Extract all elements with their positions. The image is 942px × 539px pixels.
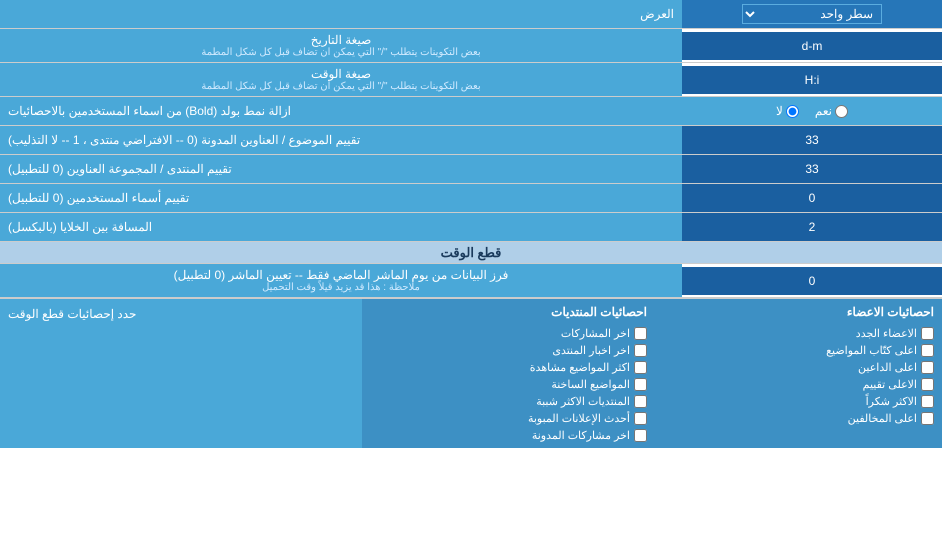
checkbox-item-top-warned: اعلى المخالفين — [657, 412, 934, 425]
display-row: العرض سطر واحد سطرين ثلاثة أسطر — [0, 0, 942, 29]
date-format-input[interactable]: d-m — [688, 39, 936, 53]
bold-remove-yes-label[interactable]: نعم — [815, 104, 848, 118]
checkbox-posts[interactable] — [634, 327, 647, 340]
cutoff-days-row: فرز البيانات من يوم الماشر الماضي فقط --… — [0, 264, 942, 298]
checkbox-item-posts: اخر المشاركات — [370, 327, 647, 340]
checkbox-item-most-viewed: اكثر المواضيع مشاهدة — [370, 361, 647, 374]
checkbox-item-classifieds: أحدث الإعلانات المبوبة — [370, 412, 647, 425]
time-format-row: صيغة الوقت بعض التكوينات يتطلب "/" التي … — [0, 63, 942, 97]
cutoff-section-header: قطع الوقت — [0, 242, 942, 264]
spacing-input[interactable]: 2 — [688, 220, 936, 234]
checkbox-news[interactable] — [634, 344, 647, 357]
checkbox-new-members[interactable] — [921, 327, 934, 340]
date-format-input-container: d-m — [682, 32, 942, 60]
checkbox-most-thanked[interactable] — [921, 395, 934, 408]
checkbox-item-top-topic-writers: اعلى كتّاب المواضيع — [657, 344, 934, 357]
stats-section-wrapper: حدد إحصائيات قطع الوقت احصائيات المنتديا… — [0, 298, 942, 448]
time-format-input-container: H:i — [682, 66, 942, 94]
checkbox-top-warned[interactable] — [921, 412, 934, 425]
user-order-row: تقييم أسماء المستخدمين (0 للتطبيل) 0 — [0, 184, 942, 213]
checkbox-most-viewed[interactable] — [634, 361, 647, 374]
bold-remove-no-label[interactable]: لا — [776, 104, 799, 118]
stats-members-col: احصائيات الاعضاء الاعضاء الجدد اعلى كتّا… — [657, 305, 934, 442]
checkbox-item-top-posters: اعلى الداعين — [657, 361, 934, 374]
time-format-label: صيغة الوقت بعض التكوينات يتطلب "/" التي … — [0, 63, 682, 96]
topic-order-label: تقييم الموضوع / العناوين المدونة (0 -- ا… — [0, 126, 682, 154]
cutoff-days-label: فرز البيانات من يوم الماشر الماضي فقط --… — [0, 264, 682, 297]
date-format-label: صيغة التاريخ بعض التكوينات يتطلب "/" الت… — [0, 29, 682, 62]
date-format-row: صيغة التاريخ بعض التكوينات يتطلب "/" الت… — [0, 29, 942, 63]
main-container: العرض سطر واحد سطرين ثلاثة أسطر صيغة الت… — [0, 0, 942, 448]
forum-order-label: تقييم المنتدى / المجموعة العناوين (0 للت… — [0, 155, 682, 183]
checkbox-item-hot: المواضيع الساخنة — [370, 378, 647, 391]
checkbox-blog-posts[interactable] — [634, 429, 647, 442]
stats-checkboxes-container: احصائيات المنتديات اخر المشاركات اخر اخب… — [362, 299, 942, 448]
spacing-label: المسافة بين الخلايا (بالبكسل) — [0, 213, 682, 241]
bold-remove-no-radio[interactable] — [786, 105, 799, 118]
topic-order-input-container: 33 — [682, 126, 942, 154]
checkbox-item-top-rated: الاعلى تقييم — [657, 378, 934, 391]
spacing-input-container: 2 — [682, 213, 942, 241]
checkbox-top-topic-writers[interactable] — [921, 344, 934, 357]
checkbox-item-news: اخر اخبار المنتدى — [370, 344, 647, 357]
display-label: العرض — [0, 3, 682, 25]
stats-members-title: احصائيات الاعضاء — [657, 305, 934, 319]
display-select-container: سطر واحد سطرين ثلاثة أسطر — [682, 0, 942, 28]
bold-remove-radio-area: نعم لا — [682, 97, 942, 125]
cutoff-days-input[interactable]: 0 — [688, 274, 936, 288]
checkbox-item-most-thanked: الاكثر شكراً — [657, 395, 934, 408]
bold-remove-label: ازالة نمط بولد (Bold) من اسماء المستخدمي… — [0, 97, 682, 125]
bold-remove-yes-radio[interactable] — [835, 105, 848, 118]
stats-forums-title: احصائيات المنتديات — [370, 305, 647, 319]
stats-section-label: حدد إحصائيات قطع الوقت — [0, 299, 362, 448]
checkbox-classifieds[interactable] — [634, 412, 647, 425]
user-order-input-container: 0 — [682, 184, 942, 212]
cutoff-days-input-container: 0 — [682, 267, 942, 295]
checkbox-top-rated[interactable] — [921, 378, 934, 391]
checkbox-popular-forums[interactable] — [634, 395, 647, 408]
forum-order-row: تقييم المنتدى / المجموعة العناوين (0 للت… — [0, 155, 942, 184]
display-select[interactable]: سطر واحد سطرين ثلاثة أسطر — [742, 4, 882, 24]
spacing-row: المسافة بين الخلايا (بالبكسل) 2 — [0, 213, 942, 242]
checkbox-hot[interactable] — [634, 378, 647, 391]
forum-order-input[interactable]: 33 — [688, 162, 936, 176]
user-order-input[interactable]: 0 — [688, 191, 936, 205]
checkbox-item-blog-posts: اخر مشاركات المدونة — [370, 429, 647, 442]
checkbox-item-new-members: الاعضاء الجدد — [657, 327, 934, 340]
user-order-label: تقييم أسماء المستخدمين (0 للتطبيل) — [0, 184, 682, 212]
topic-order-row: تقييم الموضوع / العناوين المدونة (0 -- ا… — [0, 126, 942, 155]
stats-forums-col: احصائيات المنتديات اخر المشاركات اخر اخب… — [370, 305, 647, 442]
checkbox-item-popular-forums: المنتديات الاكثر شببة — [370, 395, 647, 408]
checkbox-top-posters[interactable] — [921, 361, 934, 374]
bold-remove-row: ازالة نمط بولد (Bold) من اسماء المستخدمي… — [0, 97, 942, 126]
topic-order-input[interactable]: 33 — [688, 133, 936, 147]
time-format-input[interactable]: H:i — [688, 73, 936, 87]
forum-order-input-container: 33 — [682, 155, 942, 183]
